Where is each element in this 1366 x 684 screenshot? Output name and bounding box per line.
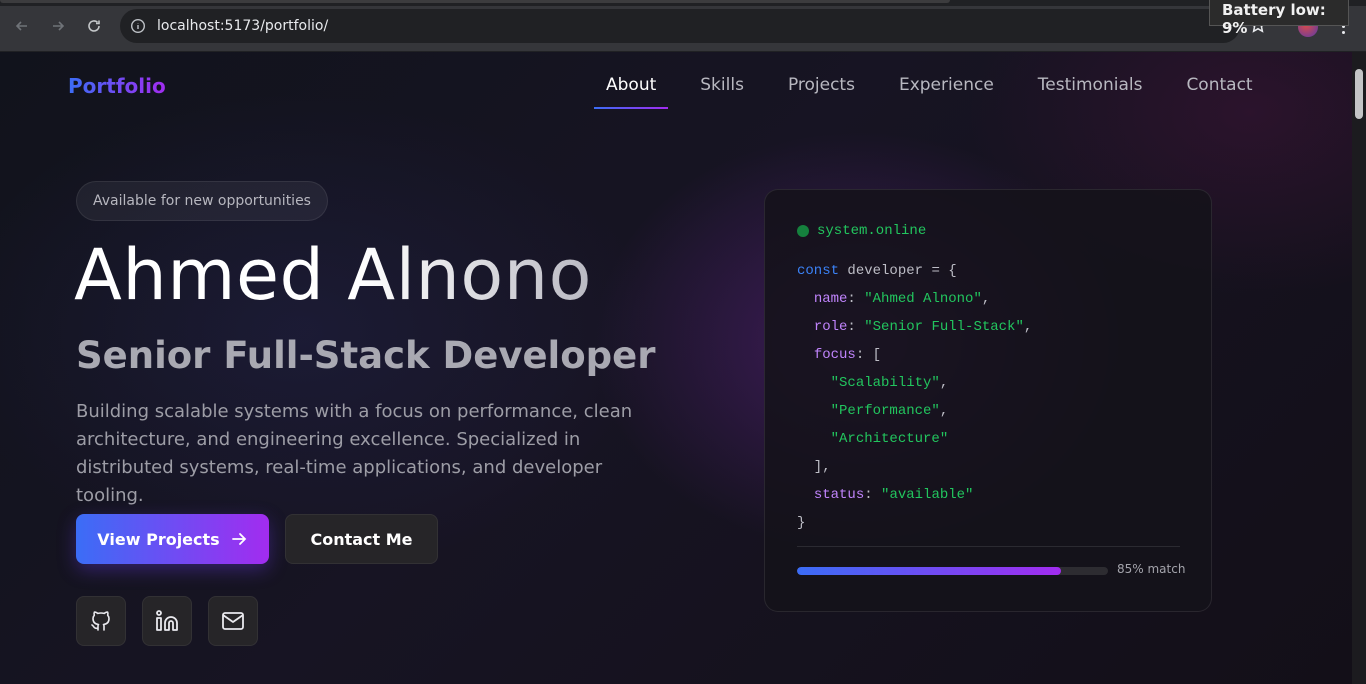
mail-icon [222,612,244,630]
nav-experience[interactable]: Experience [887,75,1006,109]
url-text[interactable]: localhost:5173/portfolio/ [157,18,328,34]
nav-contact[interactable]: Contact [1174,75,1264,109]
address-bar[interactable]: localhost:5173/portfolio/ [120,9,1240,43]
code-focus-item: "Scalability" [830,375,940,391]
developer-code-card: system.online const developer = { name: … [764,189,1212,612]
nav-skills[interactable]: Skills [688,75,756,109]
contact-me-label: Contact Me [310,529,413,549]
view-projects-button[interactable]: View Projects [76,514,269,564]
match-progress-bar [797,567,1108,575]
github-icon [91,611,110,631]
page-scrollbar[interactable] [1352,52,1366,684]
status-dot [797,225,809,237]
hero-bio: Building scalable systems with a focus o… [76,401,633,506]
active-tab-edge[interactable] [0,0,950,3]
portfolio-page: Portfolio About Skills Projects Experien… [0,52,1352,684]
nav-projects[interactable]: Projects [776,75,867,109]
email-link[interactable] [208,596,258,646]
code-block: const developer = { name: "Ahmed Alnono"… [797,263,1033,531]
availability-badge: Available for new opportunities [76,181,328,221]
battery-notification: Battery low: 9% [1209,0,1349,37]
scrollbar-thumb[interactable] [1355,69,1363,119]
status-text: system.online [817,223,927,239]
nav-testimonials[interactable]: Testimonials [1026,75,1155,109]
code-status-value: "available" [881,487,974,503]
reload-button[interactable] [81,13,107,39]
code-name-value: "Ahmed Alnono" [864,291,982,307]
view-projects-label: View Projects [97,529,220,549]
main-nav: About Skills Projects Experience Testimo… [594,75,1265,109]
tab-strip [0,0,1366,6]
code-focus-item: "Architecture" [830,431,949,447]
match-progress-fill [797,567,1062,575]
browser-toolbar: localhost:5173/portfolio/ Battery low: 9… [0,0,1366,52]
site-logo[interactable]: Portfolio [68,74,166,98]
nav-about[interactable]: About [594,75,669,109]
linkedin-link[interactable] [142,596,192,646]
contact-me-button[interactable]: Contact Me [285,514,438,564]
back-button[interactable] [9,13,35,39]
code-var-name: developer [847,263,924,279]
code-focus-item: "Performance" [830,403,940,419]
code-role-value: "Senior Full-Stack" [864,319,1024,335]
system-status: system.online [797,223,926,239]
site-info-icon[interactable] [130,18,146,34]
hero-role: Senior Full-Stack Developer [76,334,656,377]
code-keyword: const [797,263,840,279]
linkedin-icon [156,610,178,631]
github-link[interactable] [76,596,126,646]
card-divider [797,546,1180,547]
arrow-right-icon [231,533,246,545]
forward-button[interactable] [45,13,71,39]
hero-name: Ahmed Alnono [74,234,592,316]
match-label: 85% match [1117,562,1186,576]
